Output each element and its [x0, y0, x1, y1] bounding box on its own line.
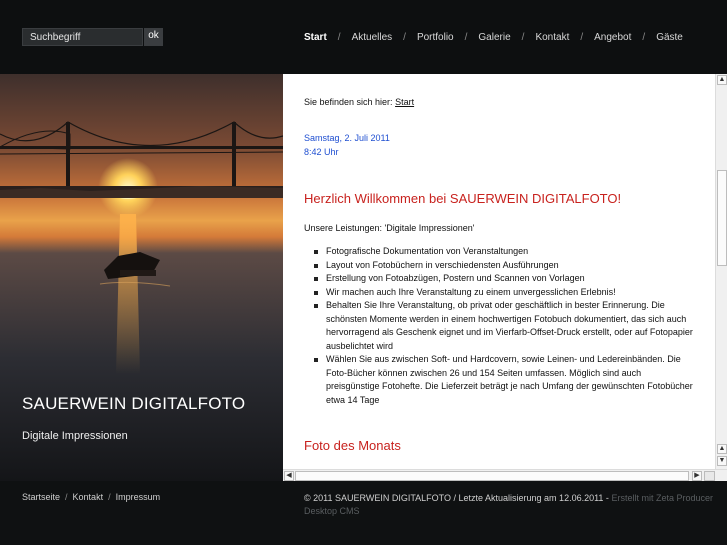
list-item: Erstellung von Fotoabzügen, Postern und … — [304, 272, 696, 286]
scroll-right-arrow-icon[interactable]: ▶ — [692, 471, 702, 481]
nav-item-kontakt[interactable]: Kontakt — [535, 32, 569, 43]
time-line: 8:42 Uhr — [304, 146, 339, 157]
main-navigation: Start / Aktuelles / Portfolio / Galerie / Kontak… — [304, 32, 683, 43]
footer-link-kontakt[interactable]: Kontakt — [73, 492, 104, 502]
list-item: Wir machen auch Ihre Veranstaltung zu ei… — [304, 286, 696, 300]
breadcrumb-label: Sie befinden sich hier: — [304, 97, 393, 107]
scroll-left-arrow-icon[interactable]: ◀ — [284, 471, 294, 481]
nav-item-angebot[interactable]: Angebot — [594, 32, 631, 43]
nav-item-portfolio[interactable]: Portfolio — [417, 32, 454, 43]
list-item: Behalten Sie Ihre Veranstaltung, ob priv… — [304, 299, 696, 353]
page-heading: Herzlich Willkommen bei SAUERWEIN DIGITA… — [304, 191, 622, 206]
breadcrumb-link-start[interactable]: Start — [395, 97, 414, 107]
nav-item-aktuelles[interactable]: Aktuelles — [352, 32, 393, 43]
nav-separator: / — [464, 32, 468, 43]
header-bar: Suchbegriff ok Start / Aktuelles / Portfolio… — [0, 0, 727, 74]
services-list: Fotografische Dokumentation von Veransta… — [304, 245, 696, 407]
footer-separator: / — [65, 492, 68, 502]
nav-item-start[interactable]: Start — [304, 32, 327, 43]
hero-panel: SAUERWEIN DIGITALFOTO Digitale Impressio… — [0, 74, 283, 481]
search-input[interactable]: Suchbegriff — [22, 28, 143, 46]
date-line: Samstag, 2. Juli 2011 — [304, 133, 390, 143]
nav-item-galerie[interactable]: Galerie — [478, 32, 510, 43]
sunset-bridge-image — [0, 74, 283, 481]
horizontal-scrollbar[interactable]: ◀ ▶ — [283, 469, 727, 481]
content-frame: Sie befinden sich hier: Start Samstag, 2… — [283, 74, 727, 481]
nav-separator: / — [521, 32, 525, 43]
vertical-scroll-thumb[interactable] — [717, 170, 727, 266]
search-button[interactable]: ok — [144, 28, 163, 46]
nav-separator: / — [580, 32, 584, 43]
scroll-up-arrow-icon[interactable]: ▲ — [717, 444, 727, 454]
footer-link-startseite[interactable]: Startseite — [22, 492, 60, 502]
nav-separator: / — [642, 32, 646, 43]
copyright-text: © 2011 SAUERWEIN DIGITALFOTO / Letzte Ak… — [304, 493, 609, 503]
section-heading-photo-of-month: Foto des Monats — [304, 438, 401, 453]
scroll-down-arrow-icon[interactable]: ▼ — [717, 456, 727, 466]
hero-title: SAUERWEIN DIGITALFOTO — [22, 394, 246, 413]
vertical-scrollbar[interactable]: ▲ ▲ ▼ — [715, 74, 727, 469]
nav-item-gaeste[interactable]: Gäste — [656, 32, 683, 43]
list-item: Wählen Sie aus zwischen Soft- und Hardco… — [304, 353, 696, 407]
footer-copyright: © 2011 SAUERWEIN DIGITALFOTO / Letzte Ak… — [304, 492, 722, 518]
nav-separator: / — [403, 32, 406, 43]
scroll-corner — [704, 471, 715, 481]
hero-subtitle: Digitale Impressionen — [22, 430, 128, 442]
services-intro: Unsere Leistungen: 'Digitale Impressione… — [304, 223, 475, 233]
list-item: Layout von Fotobüchern in verschiedenste… — [304, 259, 696, 273]
footer-links: Startseite / Kontakt / Impressum — [22, 492, 160, 502]
breadcrumb: Sie befinden sich hier: Start — [304, 96, 414, 110]
nav-separator: / — [337, 32, 341, 43]
footer-link-impressum[interactable]: Impressum — [116, 492, 161, 502]
date-display: Samstag, 2. Juli 2011 8:42 Uhr — [304, 132, 390, 159]
scroll-up-arrow-icon[interactable]: ▲ — [717, 75, 727, 85]
footer-separator: / — [108, 492, 111, 502]
list-item: Fotografische Dokumentation von Veransta… — [304, 245, 696, 259]
horizontal-scroll-thumb[interactable] — [295, 471, 689, 481]
